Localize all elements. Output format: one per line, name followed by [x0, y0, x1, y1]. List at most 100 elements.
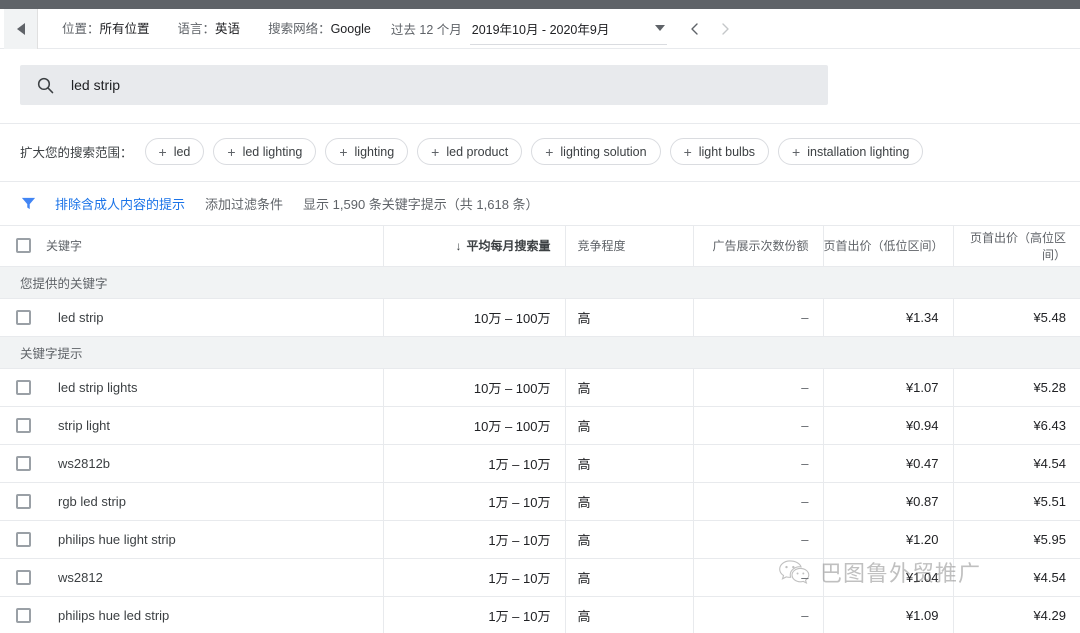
cell-bid-low: ¥1.04 — [823, 558, 953, 596]
cell-keyword[interactable]: strip light — [46, 406, 383, 444]
cell-impression-share: – — [693, 482, 823, 520]
cell-competition: 高 — [565, 558, 693, 596]
broaden-chip[interactable]: + light bulbs — [670, 138, 769, 165]
row-checkbox[interactable] — [16, 418, 31, 433]
table-row[interactable]: led strip10万 – 100万高–¥1.34¥5.48 — [0, 298, 1080, 336]
row-select-cell — [0, 520, 46, 558]
language-filter[interactable]: 语言：英语 — [164, 9, 255, 49]
filter-bar: 排除含成人内容的提示 添加过滤条件 显示 1,590 条关键字提示（共 1,61… — [0, 182, 1080, 226]
broaden-chip[interactable]: +lighting — [325, 138, 408, 165]
header-competition[interactable]: 竞争程度 — [565, 226, 693, 266]
plus-icon: + — [431, 145, 439, 159]
row-select-cell — [0, 298, 46, 336]
keyword-planner-page: 位置：所有位置 语言：英语 搜索网络：Google 过去 12 个月 2019年… — [0, 0, 1080, 633]
network-label: 搜索网络： — [268, 22, 331, 36]
add-filter-button[interactable]: 添加过滤条件 — [205, 194, 283, 213]
plus-icon: + — [545, 145, 553, 159]
broaden-chip-list: +led +led lighting +lighting +led produc… — [145, 138, 924, 165]
cell-keyword[interactable]: philips hue led strip — [46, 596, 383, 633]
broaden-chip[interactable]: +led lighting — [213, 138, 316, 165]
row-checkbox[interactable] — [16, 532, 31, 547]
cell-keyword[interactable]: ws2812 — [46, 558, 383, 596]
cell-bid-high: ¥4.29 — [953, 596, 1080, 633]
location-label: 位置： — [62, 22, 100, 36]
location-value: 所有位置 — [100, 22, 150, 36]
header-avg-monthly-searches[interactable]: ↓ 平均每月搜索量 — [383, 226, 565, 266]
cell-bid-low: ¥1.07 — [823, 368, 953, 406]
search-input[interactable]: led strip — [20, 65, 828, 105]
language-label: 语言： — [178, 22, 216, 36]
cell-keyword[interactable]: led strip — [46, 298, 383, 336]
header-keyword-label: 关键字 — [46, 239, 82, 253]
cell-keyword[interactable]: ws2812b — [46, 444, 383, 482]
empty-value-dash: – — [801, 532, 808, 547]
date-nav-arrows — [681, 15, 739, 43]
cell-competition: 高 — [565, 444, 693, 482]
cell-competition: 高 — [565, 596, 693, 633]
cell-keyword[interactable]: philips hue light strip — [46, 520, 383, 558]
cell-impression-share: – — [693, 520, 823, 558]
row-checkbox[interactable] — [16, 494, 31, 509]
cell-impression-share: – — [693, 444, 823, 482]
row-checkbox[interactable] — [16, 570, 31, 585]
exclude-adult-filter-chip[interactable]: 排除含成人内容的提示 — [55, 194, 185, 213]
context-filter-list: 位置：所有位置 语言：英语 搜索网络：Google 过去 12 个月 2019年… — [38, 9, 1080, 49]
plus-icon: + — [159, 145, 167, 159]
date-range-selector[interactable]: 2019年10月 - 2020年9月 — [470, 13, 668, 45]
cell-keyword[interactable]: rgb led strip — [46, 482, 383, 520]
header-keyword[interactable]: 关键字 — [46, 226, 383, 266]
cell-bid-low: ¥0.47 — [823, 444, 953, 482]
date-range-filter[interactable]: 过去 12 个月 2019年10月 - 2020年9月 — [391, 13, 667, 45]
row-select-cell — [0, 596, 46, 633]
cell-keyword[interactable]: led strip lights — [46, 368, 383, 406]
table-row[interactable]: philips hue led strip1万 – 10万高–¥1.09¥4.2… — [0, 596, 1080, 633]
cell-bid-low: ¥1.20 — [823, 520, 953, 558]
chevron-down-icon[interactable] — [655, 25, 665, 31]
back-button[interactable] — [4, 9, 38, 49]
header-bid-low[interactable]: 页首出价（低位区间） — [823, 226, 953, 266]
table-row[interactable]: ws28121万 – 10万高–¥1.04¥4.54 — [0, 558, 1080, 596]
table-row[interactable]: ws2812b1万 – 10万高–¥0.47¥4.54 — [0, 444, 1080, 482]
cell-avg-monthly-searches: 1万 – 10万 — [383, 520, 565, 558]
header-impression-share[interactable]: 广告展示次数份额 — [693, 226, 823, 266]
table-header: 关键字 ↓ 平均每月搜索量 竞争程度 广告展示次数份额 页首出价（低位区间） — [0, 226, 1080, 266]
network-filter[interactable]: 搜索网络：Google — [254, 9, 385, 49]
chevron-right-icon — [717, 21, 733, 37]
context-toolbar: 位置：所有位置 语言：英语 搜索网络：Google 过去 12 个月 2019年… — [0, 9, 1080, 49]
network-value: Google — [331, 22, 371, 36]
cell-impression-share: – — [693, 558, 823, 596]
row-checkbox[interactable] — [16, 380, 31, 395]
location-filter[interactable]: 位置：所有位置 — [48, 9, 164, 49]
select-all-checkbox[interactable] — [16, 238, 31, 253]
next-period-button[interactable] — [711, 15, 739, 43]
cell-avg-monthly-searches: 10万 – 100万 — [383, 368, 565, 406]
table-header-row: 关键字 ↓ 平均每月搜索量 竞争程度 广告展示次数份额 页首出价（低位区间） — [0, 226, 1080, 266]
header-bid-high[interactable]: 页首出价（高位区间） — [953, 226, 1080, 266]
row-checkbox[interactable] — [16, 608, 31, 623]
chevron-left-icon — [687, 21, 703, 37]
table-row[interactable]: philips hue light strip1万 – 10万高–¥1.20¥5… — [0, 520, 1080, 558]
cell-avg-monthly-searches: 1万 – 10万 — [383, 482, 565, 520]
plus-icon: + — [792, 145, 800, 159]
cell-avg-monthly-searches: 10万 – 100万 — [383, 298, 565, 336]
broaden-chip[interactable]: + lighting solution — [531, 138, 660, 165]
table-row[interactable]: led strip lights10万 – 100万高–¥1.07¥5.28 — [0, 368, 1080, 406]
plus-icon: + — [684, 145, 692, 159]
row-checkbox[interactable] — [16, 456, 31, 471]
cell-avg-monthly-searches: 1万 – 10万 — [383, 444, 565, 482]
empty-value-dash: – — [801, 310, 808, 325]
broaden-chip[interactable]: +installation lighting — [778, 138, 923, 165]
table-row[interactable]: strip light10万 – 100万高–¥0.94¥6.43 — [0, 406, 1080, 444]
cell-bid-low: ¥1.34 — [823, 298, 953, 336]
row-checkbox[interactable] — [16, 310, 31, 325]
broaden-chip-label: light bulbs — [699, 145, 755, 159]
broaden-chip[interactable]: +led — [145, 138, 205, 165]
table-row[interactable]: rgb led strip1万 – 10万高–¥0.87¥5.51 — [0, 482, 1080, 520]
prev-period-button[interactable] — [681, 15, 709, 43]
broaden-chip-label: lighting solution — [560, 145, 646, 159]
cell-bid-high: ¥5.28 — [953, 368, 1080, 406]
empty-value-dash: – — [801, 608, 808, 623]
date-range-value: 2019年10月 - 2020年9月 — [472, 19, 610, 38]
broaden-chip[interactable]: +led product — [417, 138, 522, 165]
filter-funnel-icon[interactable] — [20, 195, 37, 212]
